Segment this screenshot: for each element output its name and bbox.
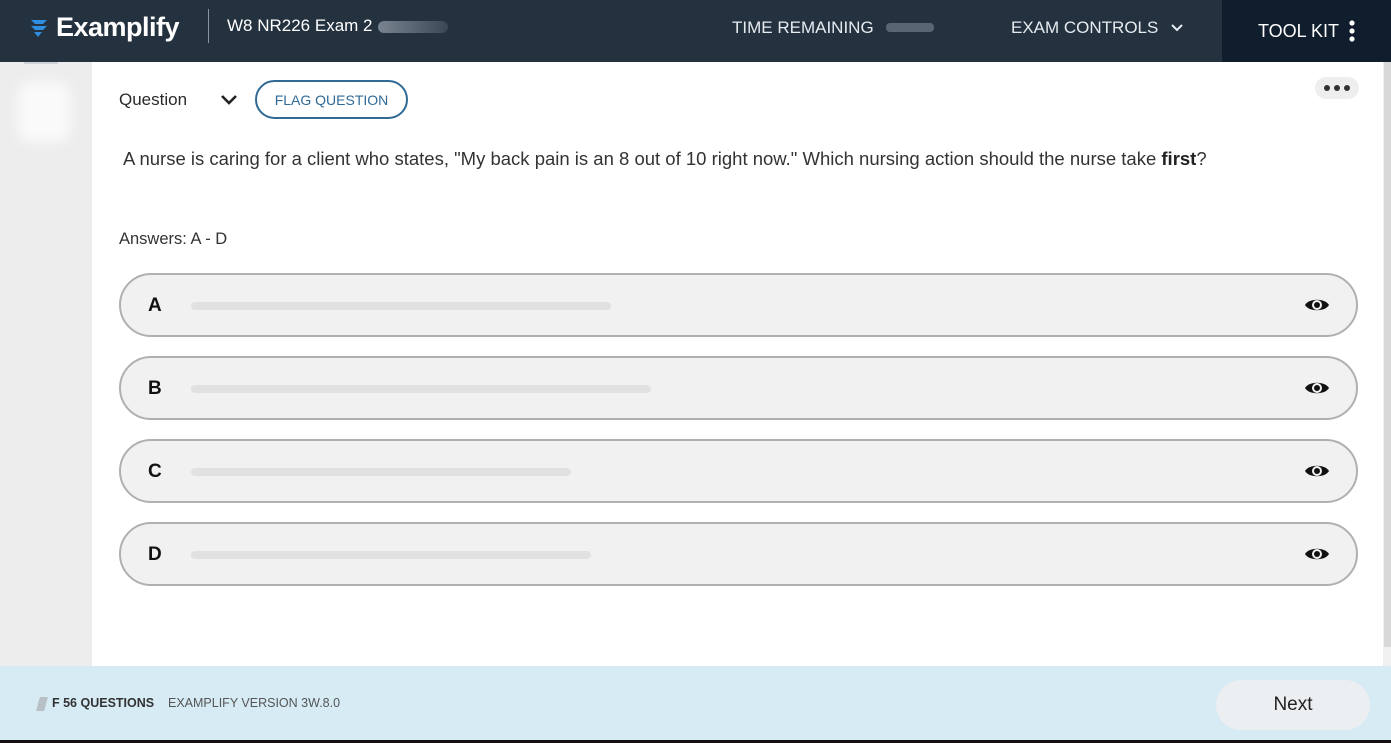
tool-kit-label: TOOL KIT <box>1257 20 1340 41</box>
exam-controls-button[interactable]: EXAM CONTROLS <box>1011 18 1184 38</box>
next-button[interactable]: Next <box>1216 680 1370 730</box>
question-stem: A nurse is caring for a client who state… <box>123 148 1207 170</box>
scrollbar[interactable] <box>1384 62 1391 647</box>
answer-letter: C <box>148 461 162 482</box>
answers-range-label: Answers: A - D <box>119 230 228 248</box>
answer-letter: D <box>148 544 162 565</box>
tool-kit-button[interactable]: TOOL KIT <box>1222 0 1391 62</box>
time-remaining-label: TIME REMAINING <box>732 18 874 37</box>
chevron-down-icon[interactable] <box>218 90 240 110</box>
top-bar: Examplify W8 NR226 Exam 2 TIME REMAINING… <box>0 0 1391 62</box>
exam-title-redacted <box>378 21 448 33</box>
question-stem-suffix: ? <box>1196 148 1207 169</box>
header-divider <box>208 9 209 43</box>
footer-redacted-mark <box>36 697 48 711</box>
more-options-button[interactable] <box>1315 77 1359 99</box>
answer-option-a[interactable]: A <box>119 273 1358 337</box>
answer-text-redacted <box>191 385 651 393</box>
eye-icon[interactable] <box>1304 378 1330 398</box>
rail-redacted-item <box>18 82 70 142</box>
eye-icon[interactable] <box>1304 544 1330 564</box>
exam-title: W8 NR226 Exam 2 <box>227 16 373 35</box>
chevron-down-icon <box>1171 24 1184 32</box>
more-horizontal-icon <box>1324 85 1350 91</box>
examplify-logo: Examplify <box>28 11 180 42</box>
rail-divider <box>24 62 58 64</box>
answer-letter: B <box>148 378 162 399</box>
app-version: EXAMPLIFY VERSION 3W.8.0 <box>168 696 341 710</box>
footer-bar: F 56 QUESTIONS EXAMPLIFY VERSION 3W.8.0 … <box>0 666 1391 743</box>
question-progress: F 56 QUESTIONS <box>52 696 155 710</box>
answer-option-d[interactable]: D <box>119 522 1358 586</box>
question-stem-emphasis: first <box>1161 148 1197 169</box>
question-stem-text: A nurse is caring for a client who state… <box>123 148 1162 169</box>
question-navigation-rail <box>0 62 92 666</box>
flag-question-button[interactable]: FLAG QUESTION <box>255 80 408 119</box>
answer-text-redacted <box>191 302 611 310</box>
answer-text-redacted <box>191 468 571 476</box>
answer-option-b[interactable]: B <box>119 356 1358 420</box>
answer-text-redacted <box>191 551 591 559</box>
answer-option-c[interactable]: C <box>119 439 1358 503</box>
examplify-logo-icon <box>31 20 47 37</box>
answer-letter: A <box>148 295 162 316</box>
brand-name: Examplify <box>56 11 180 42</box>
question-number-label: Question <box>119 90 188 109</box>
eye-icon[interactable] <box>1304 461 1330 481</box>
vertical-dots-icon <box>1349 20 1355 42</box>
time-remaining-redacted <box>886 23 934 32</box>
eye-icon[interactable] <box>1304 295 1330 315</box>
exam-controls-label: EXAM CONTROLS <box>1011 18 1159 37</box>
